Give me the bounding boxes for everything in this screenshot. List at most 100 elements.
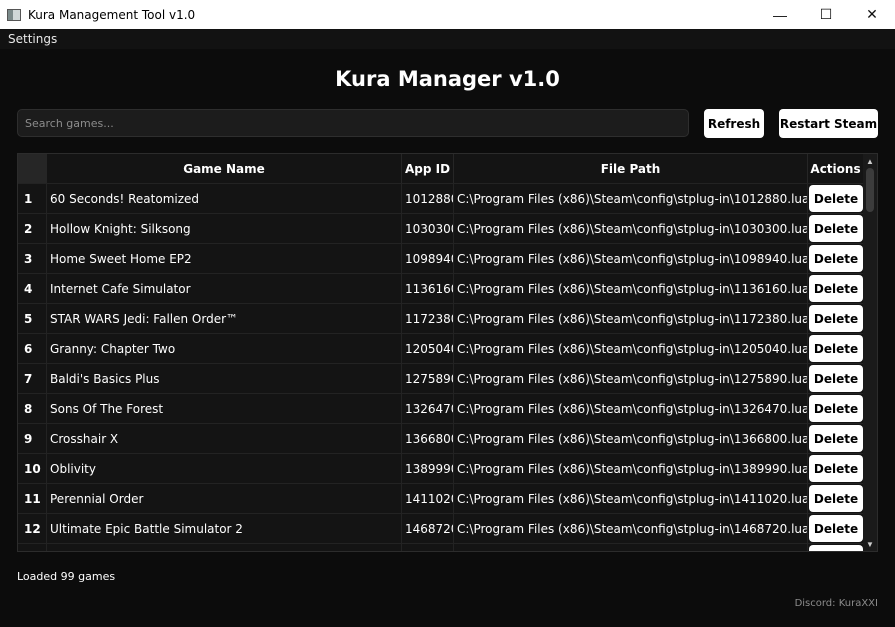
column-header-app-id[interactable]: App ID: [402, 154, 454, 183]
delete-button[interactable]: Delete: [809, 395, 863, 422]
row-index: 4: [18, 274, 47, 303]
table-row[interactable]: 8 Sons Of The Forest 1326470 C:\Program …: [18, 393, 864, 423]
file-path-cell[interactable]: [454, 544, 808, 551]
close-button[interactable]: ✕: [849, 0, 895, 29]
app-id-cell[interactable]: 1275890: [402, 364, 454, 393]
delete-button[interactable]: Delete: [809, 515, 863, 542]
app-id-cell[interactable]: 1172380: [402, 304, 454, 333]
scroll-up-arrow-icon[interactable]: ▲: [863, 155, 877, 167]
app-id-cell[interactable]: 1366800: [402, 424, 454, 453]
app-id-cell[interactable]: 1098940: [402, 244, 454, 273]
file-path-cell[interactable]: C:\Program Files (x86)\Steam\config\stpl…: [454, 334, 808, 363]
app-id-cell[interactable]: 1411020: [402, 484, 454, 513]
delete-button[interactable]: Delete: [809, 455, 863, 482]
file-path-cell[interactable]: C:\Program Files (x86)\Steam\config\stpl…: [454, 514, 808, 543]
column-header-game-name[interactable]: Game Name: [47, 154, 402, 183]
file-path-cell[interactable]: C:\Program Files (x86)\Steam\config\stpl…: [454, 454, 808, 483]
delete-button[interactable]: Delete: [809, 335, 863, 362]
app-id-cell[interactable]: 1389990: [402, 454, 454, 483]
column-header-file-path[interactable]: File Path: [454, 154, 808, 183]
actions-cell: Delete: [808, 394, 864, 423]
delete-button[interactable]: Delete: [809, 215, 863, 242]
delete-button-partial[interactable]: [809, 545, 863, 551]
delete-button[interactable]: Delete: [809, 425, 863, 452]
restart-steam-button[interactable]: Restart Steam: [779, 109, 878, 138]
app-id-cell[interactable]: [402, 544, 454, 551]
app-window-icon: [7, 8, 21, 21]
games-table: Game Name App ID File Path Actions 1 60 …: [17, 153, 878, 552]
table-row[interactable]: 9 Crosshair X 1366800 C:\Program Files (…: [18, 423, 864, 453]
game-name-cell[interactable]: Baldi's Basics Plus: [47, 364, 402, 393]
app-id-cell[interactable]: 1326470: [402, 394, 454, 423]
actions-cell: Delete: [808, 184, 864, 213]
table-row[interactable]: 3 Home Sweet Home EP2 1098940 C:\Program…: [18, 243, 864, 273]
table-row[interactable]: 5 STAR WARS Jedi: Fallen Order™ 1172380 …: [18, 303, 864, 333]
table-row[interactable]: 12 Ultimate Epic Battle Simulator 2 1468…: [18, 513, 864, 543]
game-name-cell[interactable]: STAR WARS Jedi: Fallen Order™: [47, 304, 402, 333]
file-path-cell[interactable]: C:\Program Files (x86)\Steam\config\stpl…: [454, 304, 808, 333]
row-index: 1: [18, 184, 47, 213]
window-controls: — ☐ ✕: [757, 0, 895, 29]
delete-button[interactable]: Delete: [809, 305, 863, 332]
window-title: Kura Management Tool v1.0: [28, 7, 196, 22]
game-name-cell[interactable]: Internet Cafe Simulator: [47, 274, 402, 303]
menu-bar: Settings: [0, 29, 895, 49]
menu-settings[interactable]: Settings: [8, 32, 57, 46]
delete-button[interactable]: Delete: [809, 185, 863, 212]
refresh-button[interactable]: Refresh: [704, 109, 764, 138]
table-row[interactable]: 7 Baldi's Basics Plus 1275890 C:\Program…: [18, 363, 864, 393]
column-header-actions[interactable]: Actions: [808, 154, 864, 183]
row-index: 5: [18, 304, 47, 333]
game-name-cell[interactable]: [47, 544, 402, 551]
game-name-cell[interactable]: Crosshair X: [47, 424, 402, 453]
page-title: Kura Manager v1.0: [335, 67, 560, 91]
search-input[interactable]: [17, 109, 689, 137]
scroll-down-arrow-icon[interactable]: ▼: [863, 538, 877, 550]
file-path-cell[interactable]: C:\Program Files (x86)\Steam\config\stpl…: [454, 214, 808, 243]
file-path-cell[interactable]: C:\Program Files (x86)\Steam\config\stpl…: [454, 274, 808, 303]
app-id-cell[interactable]: 1030300: [402, 214, 454, 243]
game-name-cell[interactable]: 60 Seconds! Reatomized: [47, 184, 402, 213]
game-name-cell[interactable]: Hollow Knight: Silksong: [47, 214, 402, 243]
row-index: 3: [18, 244, 47, 273]
table-row[interactable]: 4 Internet Cafe Simulator 1136160 C:\Pro…: [18, 273, 864, 303]
table-row[interactable]: 6 Granny: Chapter Two 1205040 C:\Program…: [18, 333, 864, 363]
file-path-cell[interactable]: C:\Program Files (x86)\Steam\config\stpl…: [454, 184, 808, 213]
header-corner[interactable]: [18, 154, 47, 183]
scroll-thumb[interactable]: [866, 168, 874, 212]
table-row[interactable]: 2 Hollow Knight: Silksong 1030300 C:\Pro…: [18, 213, 864, 243]
table-row-partial[interactable]: [18, 543, 864, 551]
game-name-cell[interactable]: Home Sweet Home EP2: [47, 244, 402, 273]
app-id-cell[interactable]: 1468720: [402, 514, 454, 543]
file-path-cell[interactable]: C:\Program Files (x86)\Steam\config\stpl…: [454, 244, 808, 273]
game-name-cell[interactable]: Oblivity: [47, 454, 402, 483]
game-name-cell[interactable]: Ultimate Epic Battle Simulator 2: [47, 514, 402, 543]
row-index: 11: [18, 484, 47, 513]
file-path-cell[interactable]: C:\Program Files (x86)\Steam\config\stpl…: [454, 484, 808, 513]
actions-cell: [808, 544, 864, 551]
file-path-cell[interactable]: C:\Program Files (x86)\Steam\config\stpl…: [454, 364, 808, 393]
file-path-cell[interactable]: C:\Program Files (x86)\Steam\config\stpl…: [454, 394, 808, 423]
table-row[interactable]: 1 60 Seconds! Reatomized 1012880 C:\Prog…: [18, 183, 864, 213]
table-row[interactable]: 10 Oblivity 1389990 C:\Program Files (x8…: [18, 453, 864, 483]
game-name-cell[interactable]: Perennial Order: [47, 484, 402, 513]
game-name-cell[interactable]: Sons Of The Forest: [47, 394, 402, 423]
table-vertical-scrollbar[interactable]: ▲ ▼: [863, 154, 877, 551]
delete-button[interactable]: Delete: [809, 245, 863, 272]
delete-button[interactable]: Delete: [809, 485, 863, 512]
delete-button[interactable]: Delete: [809, 365, 863, 392]
maximize-button[interactable]: ☐: [803, 0, 849, 29]
actions-cell: Delete: [808, 484, 864, 513]
actions-cell: Delete: [808, 334, 864, 363]
minimize-button[interactable]: —: [757, 0, 803, 29]
delete-button[interactable]: Delete: [809, 275, 863, 302]
file-path-cell[interactable]: C:\Program Files (x86)\Steam\config\stpl…: [454, 424, 808, 453]
app-id-cell[interactable]: 1136160: [402, 274, 454, 303]
discord-credit: Discord: KuraXXI: [794, 598, 878, 609]
app-id-cell[interactable]: 1012880: [402, 184, 454, 213]
game-name-cell[interactable]: Granny: Chapter Two: [47, 334, 402, 363]
table-body: 1 60 Seconds! Reatomized 1012880 C:\Prog…: [18, 183, 864, 551]
table-row[interactable]: 11 Perennial Order 1411020 C:\Program Fi…: [18, 483, 864, 513]
row-index: 7: [18, 364, 47, 393]
app-id-cell[interactable]: 1205040: [402, 334, 454, 363]
